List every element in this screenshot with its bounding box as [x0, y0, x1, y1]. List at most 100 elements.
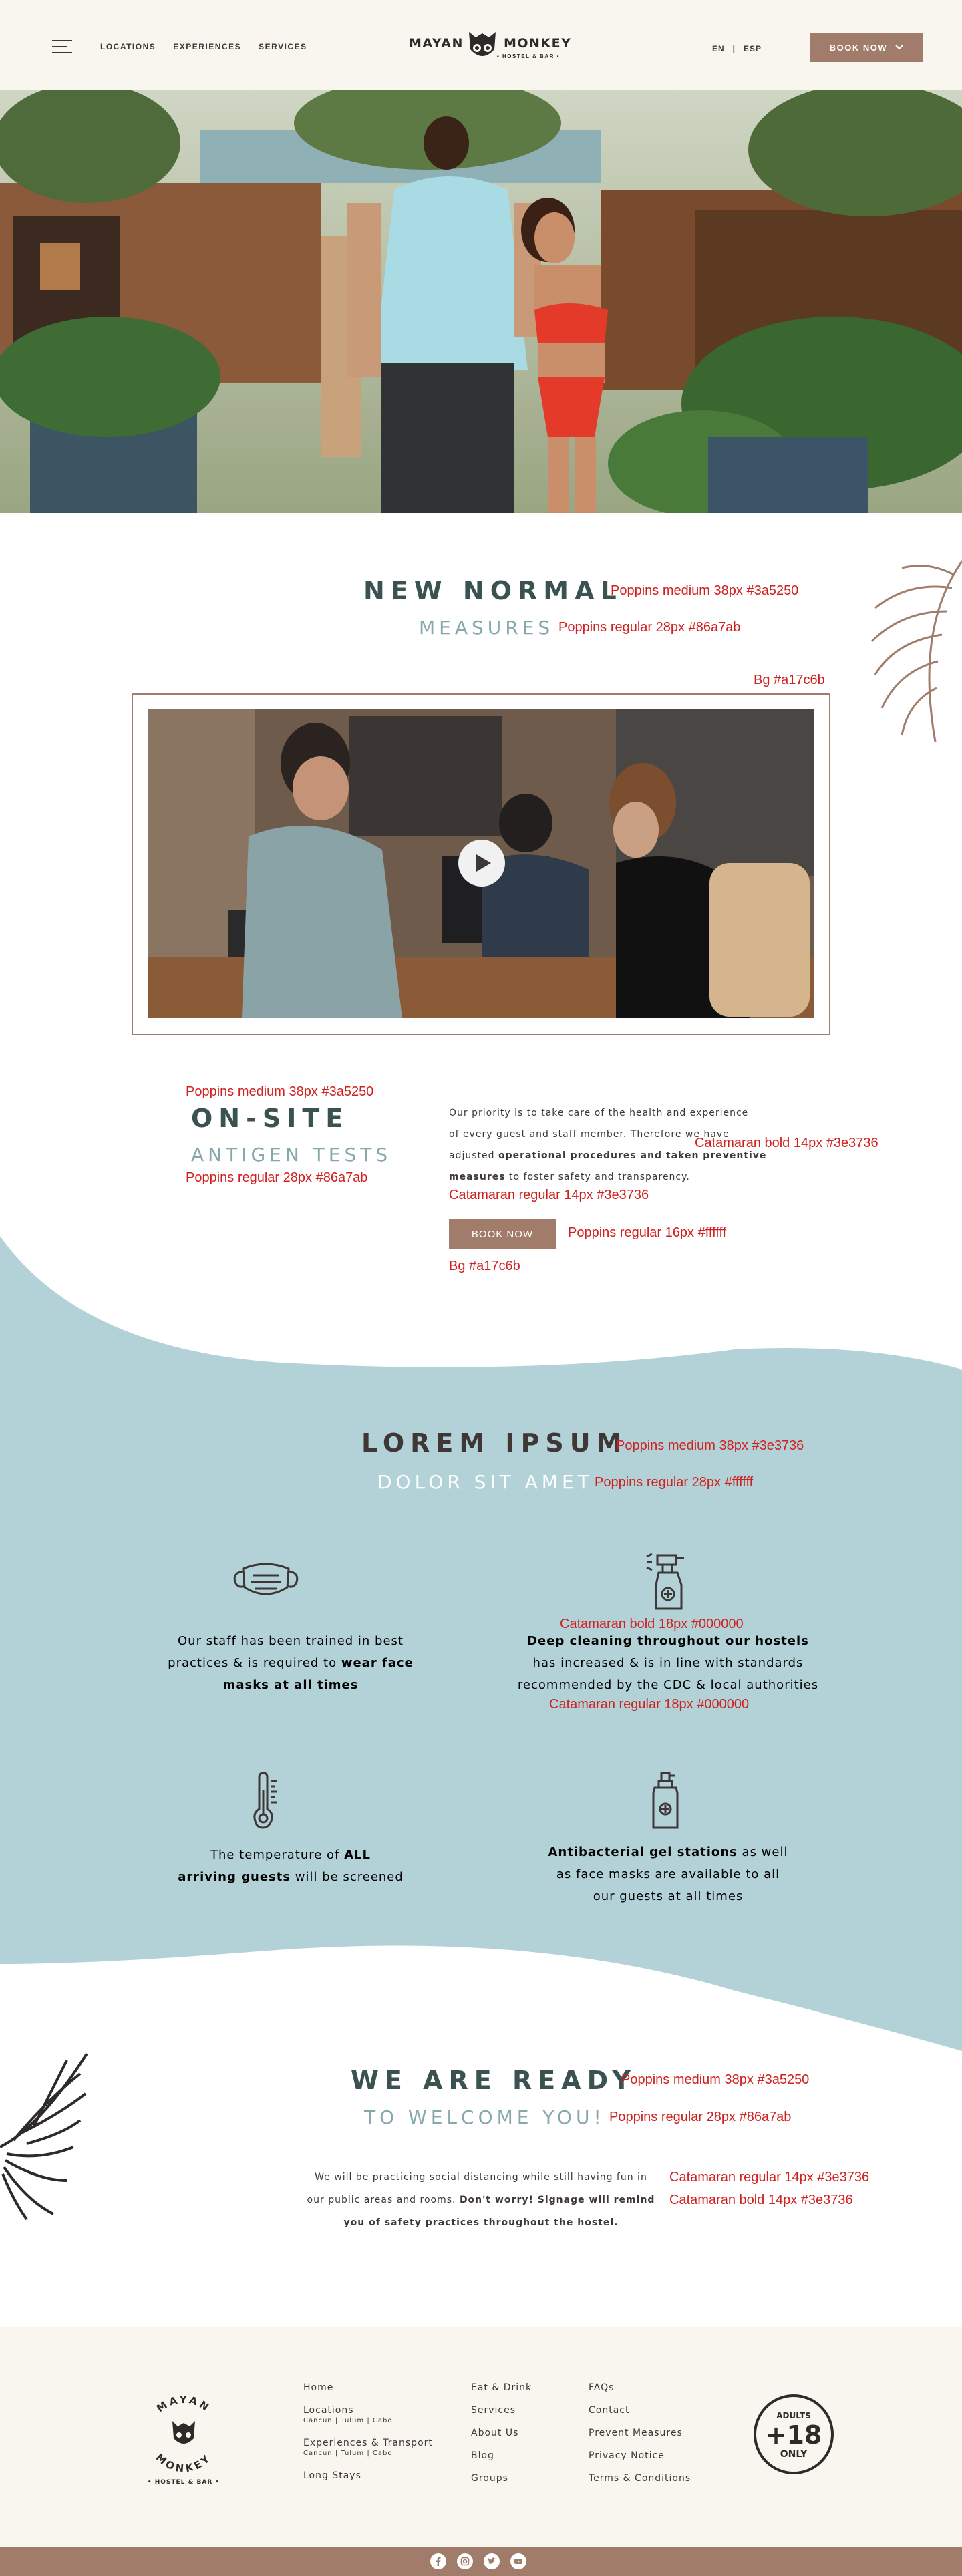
feature-gel-text: Antibacterial gel stations as well as fa…	[518, 1841, 818, 1907]
footer-link-privacy[interactable]: Privacy Notice	[589, 2450, 691, 2461]
lang-separator: |	[732, 44, 736, 53]
onsite-body-line-1: Our priority is to take care of the heal…	[449, 1108, 749, 1118]
new-normal-title: NEW NORMAL	[363, 576, 623, 605]
feature-gel-line-3: our guests at all times	[593, 1889, 744, 1903]
svg-text:MONKEY: MONKEY	[154, 2451, 214, 2474]
footer-link-long-stays[interactable]: Long Stays	[303, 2470, 433, 2481]
youtube-icon[interactable]	[510, 2553, 526, 2569]
new-normal-subtitle: MEASURES	[419, 617, 554, 639]
annotation-onsite-title: Poppins medium 38px #3a5250	[186, 1084, 374, 1099]
annotation-lorem-title: Poppins medium 38px #3e3736	[616, 1438, 804, 1453]
lang-en[interactable]: EN	[712, 44, 725, 53]
feature-temp-line-2a: arriving guests	[178, 1870, 291, 1884]
footer-seal-logo[interactable]: MAYAN MONKEY • HOSTEL & BAR •	[134, 2386, 234, 2486]
seal-subtitle: • HOSTEL & BAR •	[148, 2479, 220, 2486]
onsite-body-line-2: of every guest and staff member. Therefo…	[449, 1129, 730, 1140]
palm-leaf-decoration-icon	[870, 560, 962, 742]
site-header: LOCATIONS EXPERIENCES SERVICES MAYAN MON…	[0, 0, 962, 90]
instagram-icon[interactable]	[457, 2553, 473, 2569]
footer-column-2: Eat & Drink Services About Us Blog Group…	[471, 2382, 532, 2496]
footer-link-services[interactable]: Services	[471, 2405, 532, 2416]
footer-link-terms[interactable]: Terms & Conditions	[589, 2473, 691, 2484]
chevron-down-icon	[895, 45, 903, 50]
annotation-ready-bold: Catamaran bold 14px #3e3736	[669, 2193, 853, 2207]
language-switcher: EN | ESP	[712, 44, 762, 53]
ready-line-1: We will be practicing social distancing …	[315, 2172, 647, 2183]
facebook-icon[interactable]	[430, 2553, 446, 2569]
footer-experiences-cities: Cancun | Tulum | Cabo	[303, 2450, 393, 2457]
footer-link-eat-drink[interactable]: Eat & Drink	[471, 2382, 532, 2393]
feature-mask-line-2b: wear face	[341, 1656, 414, 1670]
nav-services[interactable]: SERVICES	[259, 42, 307, 51]
footer-link-contact[interactable]: Contact	[589, 2405, 691, 2416]
hero-image	[0, 90, 962, 513]
feature-mask-line-3: masks at all times	[222, 1678, 359, 1692]
logo-word-mayan: MAYAN	[409, 36, 464, 51]
footer-link-about[interactable]: About Us	[471, 2428, 532, 2438]
footer-link-blog[interactable]: Blog	[471, 2450, 532, 2461]
nav-experiences[interactable]: EXPERIENCES	[173, 42, 241, 51]
feature-temp-line-1b: ALL	[344, 1848, 371, 1862]
annotation-new-normal-title: Poppins medium 38px #3a5250	[611, 583, 799, 598]
feature-mask-text: Our staff has been trained in best pract…	[130, 1630, 451, 1696]
twitter-icon[interactable]	[484, 2553, 500, 2569]
dark-palm-leaf-decoration-icon	[0, 2052, 88, 2221]
badge-top-text: ADULTS	[776, 2411, 810, 2420]
ready-body-text: We will be practicing social distancing …	[294, 2166, 668, 2234]
annotation-lorem-subtitle: Poppins regular 28px #ffffff	[595, 1475, 754, 1490]
brand-logo[interactable]: MAYAN MONKEY • HOSTEL & BAR •	[409, 27, 572, 67]
svg-text:MAYAN: MAYAN	[154, 2394, 213, 2415]
footer-locations-cities: Cancun | Tulum | Cabo	[303, 2417, 393, 2424]
footer-link-prevent[interactable]: Prevent Measures	[589, 2428, 691, 2438]
annotation-onsite-bold: Catamaran bold 14px #3e3736	[695, 1136, 878, 1150]
ready-line-3a: you	[343, 2217, 369, 2228]
ready-subtitle: TO WELCOME YOU!	[364, 2106, 605, 2128]
badge-mid-text: +18	[766, 2420, 822, 2450]
onsite-title: ON-SITE	[191, 1104, 349, 1133]
footer-link-faqs[interactable]: FAQs	[589, 2382, 691, 2393]
nav-locations[interactable]: LOCATIONS	[100, 42, 156, 51]
play-video-button[interactable]	[458, 840, 505, 887]
thermometer-icon	[253, 1772, 277, 1829]
ready-line-2a: our public areas and rooms.	[307, 2195, 460, 2205]
footer-link-home[interactable]: Home	[303, 2382, 433, 2393]
ready-line-3b: of safety practices throughout the hoste…	[369, 2217, 619, 2228]
annotation-ready-subtitle: Poppins regular 28px #86a7ab	[609, 2110, 792, 2124]
onsite-body-line-4b: to foster safety and transparency.	[505, 1172, 690, 1182]
logo-subtitle: • HOSTEL & BAR •	[497, 53, 560, 59]
header-book-now-button[interactable]: BOOK NOW	[810, 33, 923, 62]
annotation-ready-regular: Catamaran regular 14px #3e3736	[669, 2170, 870, 2185]
seal-top-text: MAYAN	[154, 2394, 210, 2415]
footer-link-locations[interactable]: Locations	[303, 2405, 433, 2416]
footer-bottom-bar	[0, 2547, 962, 2576]
sanitizer-gel-icon	[652, 1772, 679, 1829]
annotation-onsite-subtitle: Poppins regular 28px #86a7ab	[186, 1170, 368, 1185]
feature-clean-line-1: Deep cleaning throughout our hostels	[527, 1634, 809, 1648]
footer-link-groups[interactable]: Groups	[471, 2473, 532, 2484]
feature-gel-line-1b: as well	[737, 1845, 788, 1859]
feature-clean-line-2: has increased & is in line with standard…	[532, 1656, 804, 1670]
adults-only-badge: ADULTS +18 ONLY	[754, 2394, 834, 2474]
feature-mask-line-2a: practices & is required to	[168, 1656, 341, 1670]
lorem-subtitle: DOLOR SIT AMET	[377, 1471, 593, 1493]
annotation-onsite-regular: Catamaran regular 14px #3e3736	[449, 1188, 649, 1202]
ready-title: WE ARE READY	[351, 2066, 637, 2095]
main-nav: LOCATIONS EXPERIENCES SERVICES	[100, 42, 307, 51]
monkey-logo-icon	[469, 32, 496, 56]
lorem-title: LOREM IPSUM	[361, 1428, 628, 1458]
footer-column-3: FAQs Contact Prevent Measures Privacy No…	[589, 2382, 691, 2496]
menu-icon[interactable]	[52, 40, 72, 53]
footer-link-experiences[interactable]: Experiences & Transport	[303, 2438, 433, 2448]
lang-esp[interactable]: ESP	[744, 44, 762, 53]
ready-line-2b: Don't worry! Signage will remind	[459, 2195, 655, 2205]
feature-temp-line-2b: will be screened	[291, 1870, 404, 1884]
feature-gel-line-2: as face masks are available to all	[556, 1867, 780, 1881]
logo-word-monkey: MONKEY	[504, 36, 572, 51]
annotation-feature-regular: Catamaran regular 18px #000000	[549, 1697, 750, 1712]
feature-temperature-text: The temperature of ALL arriving guests w…	[144, 1844, 438, 1888]
spray-bottle-icon	[646, 1553, 684, 1610]
annotation-new-normal-subtitle: Poppins regular 28px #86a7ab	[558, 620, 741, 635]
feature-clean-line-3: recommended by the CDC & local authoriti…	[517, 1678, 819, 1692]
face-mask-icon	[233, 1563, 299, 1595]
footer-column-1: Home Locations Cancun | Tulum | Cabo Exp…	[303, 2382, 433, 2493]
